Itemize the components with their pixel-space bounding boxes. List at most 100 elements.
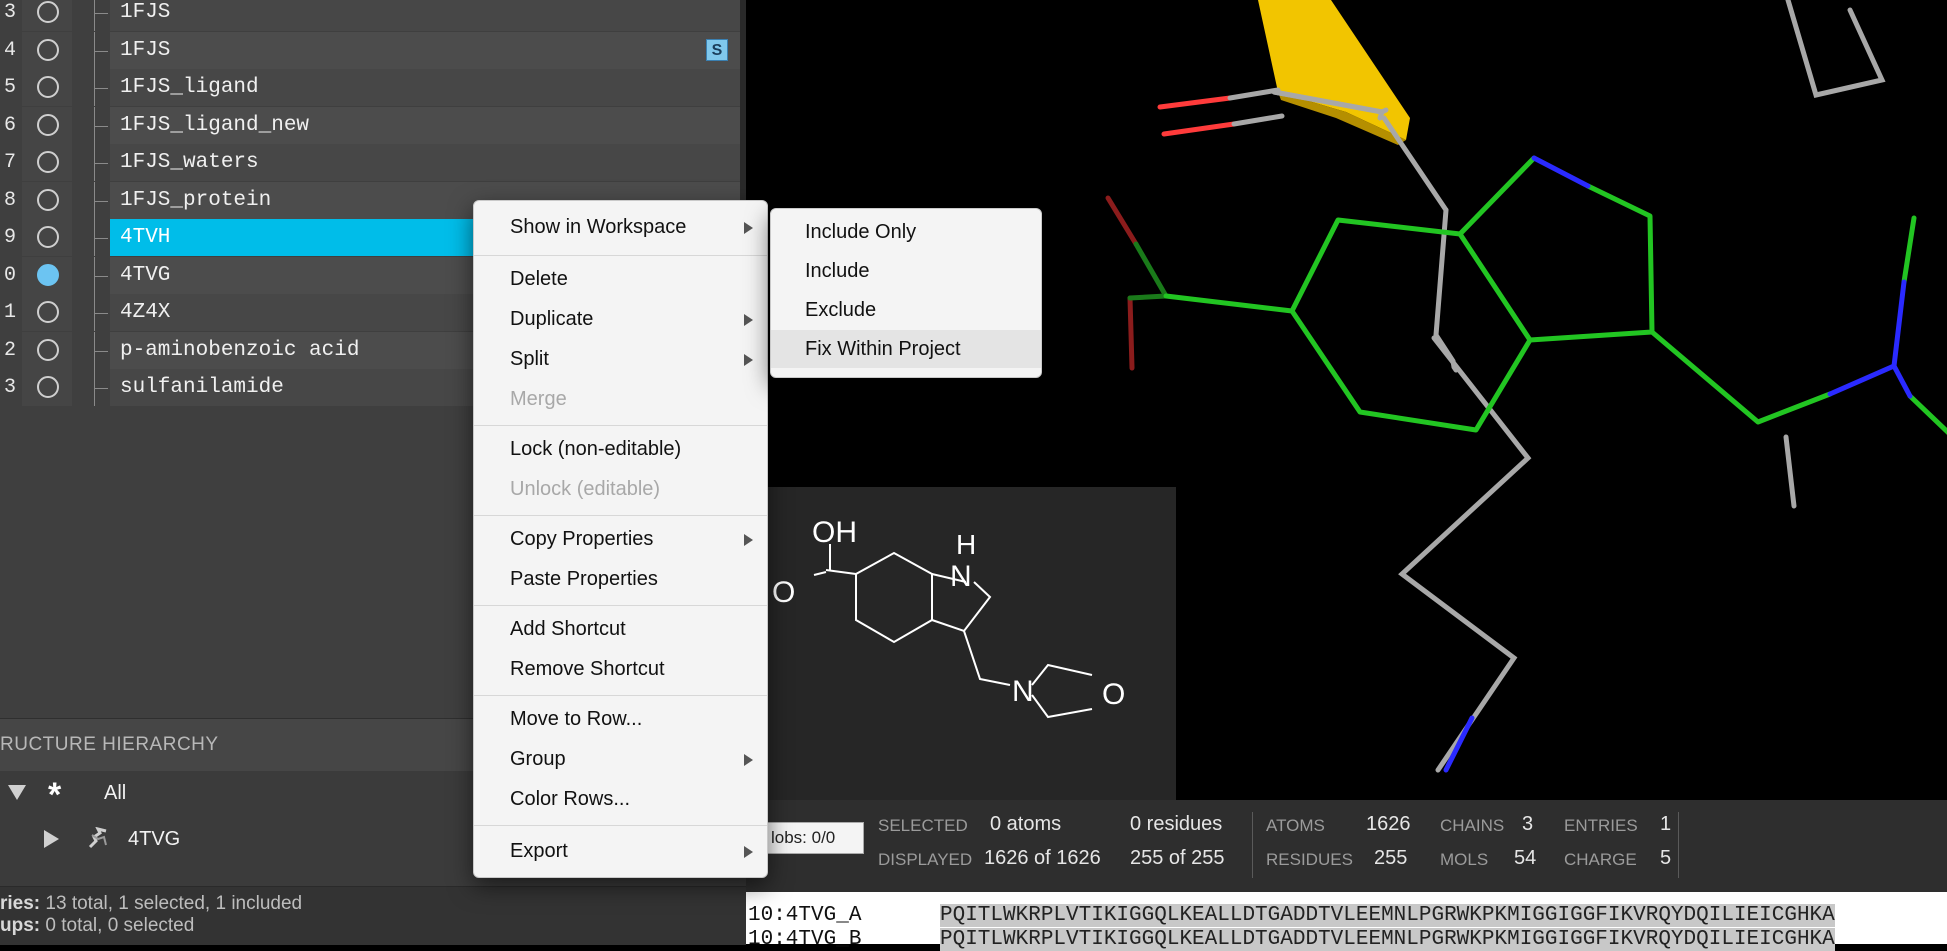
entry-row[interactable]: 6 1FJS_ligand_new xyxy=(0,106,746,144)
include-toggle-icon[interactable] xyxy=(37,38,59,61)
shortcut-badge[interactable]: S xyxy=(706,38,728,61)
include-toggle-icon[interactable] xyxy=(37,151,59,173)
entry-title-cell[interactable]: 1FJS_ligand xyxy=(110,69,746,106)
hydroxyl-label: OH xyxy=(812,516,857,549)
submenu-item-include-only[interactable]: Include Only xyxy=(771,213,1041,251)
entry-title-cell[interactable]: 1FJS_ligand_new xyxy=(110,106,746,144)
submenu-item-include[interactable]: Include xyxy=(771,252,1041,290)
entry-title-cell[interactable]: 1FJS xyxy=(110,31,746,69)
entry-row[interactable]: 3 1FJS xyxy=(0,0,746,31)
expand-triangle-right-icon[interactable] xyxy=(44,830,59,848)
include-toggle-icon[interactable] xyxy=(37,113,59,136)
entry-row[interactable]: 4 1FJS S xyxy=(0,31,746,69)
atoms-label: ATOMS xyxy=(1266,816,1325,835)
include-toggle-icon[interactable] xyxy=(37,226,59,248)
hierarchy-item-4tvg[interactable]: 4TVG xyxy=(0,819,300,859)
menu-item-split[interactable]: Split xyxy=(474,341,767,377)
menu-item-lock-non-editable[interactable]: Lock (non-editable) xyxy=(474,431,767,467)
submenu-arrow-icon xyxy=(744,354,753,366)
sequence-residues-b[interactable]: PQITLWKRPLVTIKIGGQLKEALLDTGADDTVLEEMNLPG… xyxy=(940,928,1835,951)
entry-title: sulfanilamide xyxy=(120,376,284,399)
entry-row[interactable]: 7 1FJS_waters xyxy=(0,144,746,181)
groups-status-label: ups: xyxy=(0,915,41,936)
submenu-arrow-icon xyxy=(744,754,753,766)
menu-item-color-rows[interactable]: Color Rows... xyxy=(474,781,767,817)
entries-status-label: ries: xyxy=(0,893,41,914)
entry-title-cell[interactable]: 1FJS xyxy=(110,0,746,31)
groups-status-text: 0 total, 0 selected xyxy=(45,915,195,936)
include-toggle-icon[interactable] xyxy=(37,263,59,286)
mols-count: 54 xyxy=(1514,847,1537,869)
entry-row[interactable]: 5 1FJS_ligand xyxy=(0,69,746,106)
mols-label: MOLS xyxy=(1440,850,1489,869)
sequence-residues-a[interactable]: PQITLWKRPLVTIKIGGQLKEALLDTGADDTVLEEMNLPG… xyxy=(940,904,1835,927)
menu-item-duplicate[interactable]: Duplicate xyxy=(474,301,767,337)
row-number: 7 xyxy=(3,151,16,174)
menu-item-show-in-workspace[interactable]: Show in Workspace xyxy=(474,209,767,245)
menu-separator xyxy=(474,515,767,516)
carbonyl-bonds xyxy=(1227,87,1285,127)
include-toggle-icon[interactable] xyxy=(37,376,59,398)
menu-item-paste-properties[interactable]: Paste Properties xyxy=(474,561,767,597)
dark-oxygen-bonds xyxy=(1105,195,1139,371)
row-number: 8 xyxy=(3,188,16,212)
menu-item-label: Delete xyxy=(510,268,568,290)
menu-item-label: Split xyxy=(510,348,549,370)
sequence-name-b[interactable]: 10:4TVG_B xyxy=(748,928,861,951)
include-toggle-icon[interactable] xyxy=(37,338,59,361)
menu-separator xyxy=(474,605,767,606)
menu-item-copy-properties[interactable]: Copy Properties xyxy=(474,521,767,557)
menu-item-label: Move to Row... xyxy=(510,708,643,730)
ligand-structure-drawing: OH H N N O O xyxy=(772,516,1125,719)
tree-connector xyxy=(94,369,108,406)
include-toggle-icon[interactable] xyxy=(37,1,59,23)
menu-item-move-to-row[interactable]: Move to Row... xyxy=(474,701,767,737)
menu-item-delete[interactable]: Delete xyxy=(474,261,767,297)
chains-label: CHAINS xyxy=(1440,816,1505,835)
menu-item-label: Remove Shortcut xyxy=(510,658,665,680)
menu-item-label: Copy Properties xyxy=(510,528,654,550)
menu-separator xyxy=(474,825,767,826)
hierarchy-all-label: All xyxy=(104,782,127,804)
show-in-workspace-submenu: Include Only Include Exclude Fix Within Pro… xyxy=(770,208,1042,378)
submenu-item-label: Include xyxy=(805,260,870,282)
inclusion-column xyxy=(22,294,72,331)
menu-separator xyxy=(474,695,767,696)
inclusion-column xyxy=(22,144,72,181)
asterisk-icon: * xyxy=(48,776,62,814)
sequence-viewer[interactable]: 10:4TVG_A PQITLWKRPLVTIKIGGQLKEALLDTGADD… xyxy=(746,892,1947,951)
menu-item-add-shortcut[interactable]: Add Shortcut xyxy=(474,611,767,647)
info-separator-right xyxy=(1678,812,1679,878)
menu-item-remove-shortcut[interactable]: Remove Shortcut xyxy=(474,651,767,687)
sequence-name-a[interactable]: 10:4TVG_A xyxy=(748,904,861,927)
hierarchy-item-all[interactable]: * All xyxy=(0,773,300,814)
chains-count: 3 xyxy=(1522,813,1534,835)
entry-title-cell[interactable]: 1FJS_waters xyxy=(110,144,746,181)
menu-item-export[interactable]: Export xyxy=(474,833,767,869)
submenu-item-fix-within-project[interactable]: Fix Within Project xyxy=(771,330,1041,368)
include-toggle-icon[interactable] xyxy=(37,301,59,323)
selected-label: SELECTED xyxy=(878,816,968,835)
row-number: 4 xyxy=(3,38,16,62)
blobs-indicator[interactable]: lobs: 0/0 xyxy=(764,822,864,854)
hydrogen-label: H xyxy=(956,529,976,560)
entries-label: ENTRIES xyxy=(1564,816,1638,835)
menu-item-group[interactable]: Group xyxy=(474,741,767,777)
submenu-item-label: Exclude xyxy=(805,299,877,321)
entry-title: 1FJS_protein xyxy=(120,188,272,212)
expand-triangle-down-icon[interactable] xyxy=(8,785,26,801)
displayed-atoms: 1626 of 1626 xyxy=(984,847,1101,869)
menu-item-label: Group xyxy=(510,748,566,770)
entry-title: 1FJS xyxy=(120,38,171,62)
menu-item-label: Export xyxy=(510,840,568,862)
row-number: 1 xyxy=(3,301,16,324)
tree-connector xyxy=(94,181,108,219)
submenu-item-exclude[interactable]: Exclude xyxy=(771,291,1041,329)
menu-item-label: Show in Workspace xyxy=(510,216,687,238)
indole-nitrogen-label: N xyxy=(950,560,972,593)
tree-connector xyxy=(94,331,108,369)
workspace-3d-viewer[interactable]: OH H N N O O xyxy=(746,0,1947,800)
nitrogen-bonds xyxy=(1443,155,1913,773)
include-toggle-icon[interactable] xyxy=(37,188,59,211)
include-toggle-icon[interactable] xyxy=(37,76,59,98)
